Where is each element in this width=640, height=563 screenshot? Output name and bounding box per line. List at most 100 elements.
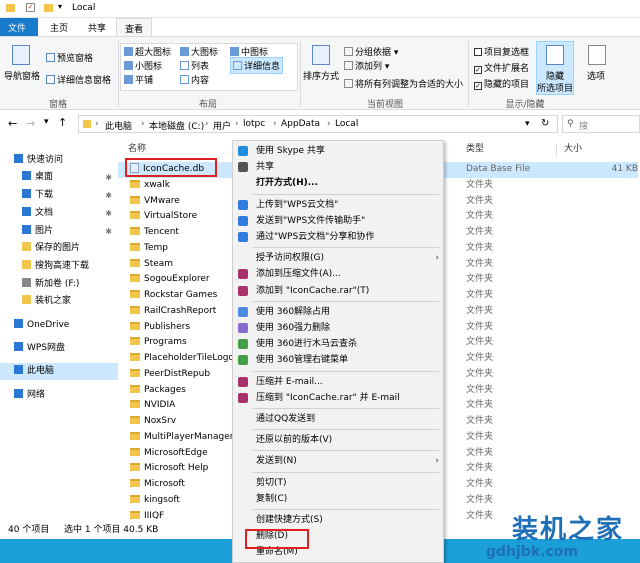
nav-item[interactable]: OneDrive bbox=[0, 317, 118, 334]
layout-tiles-label: 平铺 bbox=[135, 76, 154, 86]
tab-view[interactable]: 查看 bbox=[116, 18, 153, 36]
layout-large-label: 大图标 bbox=[191, 48, 219, 58]
tab-share[interactable]: 共享 bbox=[80, 18, 114, 36]
file-name: SogouExplorer bbox=[144, 274, 210, 285]
details-pane-button[interactable]: 详细信息窗格 bbox=[46, 73, 111, 86]
menu-item[interactable]: 使用 360解除占用 bbox=[233, 304, 443, 320]
column-header-type[interactable]: 类型 bbox=[466, 140, 484, 158]
options-button[interactable]: 选项 bbox=[587, 69, 605, 82]
details-pane-icon bbox=[46, 75, 55, 84]
tab-home[interactable]: 主页 bbox=[42, 18, 76, 36]
layout-content[interactable]: 内容 bbox=[180, 73, 209, 86]
recent-locations-icon[interactable]: ▾ bbox=[44, 117, 49, 127]
column-header-size[interactable]: 大小 bbox=[564, 140, 582, 158]
menu-item[interactable]: 复制(C) bbox=[233, 491, 443, 507]
menu-item[interactable]: 还原以前的版本(V) bbox=[233, 432, 443, 448]
nav-item[interactable]: 文档 ✱ bbox=[0, 205, 118, 222]
nav-item[interactable]: 保存的图片 bbox=[0, 240, 118, 257]
column-divider[interactable] bbox=[556, 144, 557, 156]
menu-item-icon bbox=[238, 306, 248, 317]
menu-separator bbox=[253, 247, 439, 249]
search-input[interactable]: ⚲ 搜 bbox=[562, 115, 640, 133]
layout-large-icons[interactable]: 大图标 bbox=[180, 45, 218, 58]
menu-item-icon bbox=[238, 339, 248, 350]
title-bar: ✓ ▾ Local bbox=[0, 0, 640, 18]
breadcrumb-user[interactable]: lotpc bbox=[243, 119, 265, 129]
menu-item[interactable]: 压缩并 E-mail... bbox=[233, 374, 443, 390]
menu-item[interactable]: 通过QQ发送到 bbox=[233, 411, 443, 427]
nav-item[interactable]: 装机之家 bbox=[0, 293, 118, 310]
file-name: MultiPlayerManager bbox=[144, 431, 234, 442]
menu-item-icon bbox=[238, 392, 248, 403]
column-header-name[interactable]: 名称 bbox=[128, 140, 146, 158]
hidden-items-toggle[interactable]: ✓ 隐藏的项目 bbox=[474, 77, 529, 90]
layout-details[interactable]: 详细信息 bbox=[230, 57, 284, 74]
nav-item[interactable]: 快速访问 bbox=[0, 152, 118, 169]
menu-separator bbox=[253, 193, 439, 195]
nav-item[interactable]: 下载 ✱ bbox=[0, 187, 118, 204]
breadcrumb-users[interactable]: 用户 bbox=[213, 119, 231, 132]
back-arrow-icon[interactable]: ← bbox=[8, 117, 17, 130]
menu-item[interactable]: 使用 360强力删除 bbox=[233, 320, 443, 336]
menu-item[interactable]: 使用 Skype 共享 bbox=[233, 143, 443, 159]
menu-item[interactable]: 打开方式(H)... bbox=[233, 175, 443, 191]
nav-item[interactable]: WPS网盘 bbox=[0, 340, 118, 357]
tab-file[interactable]: 文件 bbox=[0, 18, 38, 36]
file-name: VMware bbox=[144, 195, 180, 206]
current-view-group-label: 当前视图 bbox=[366, 100, 403, 110]
pin-icon[interactable]: ✱ bbox=[105, 169, 112, 186]
nav-item[interactable]: 图片 ✱ bbox=[0, 223, 118, 240]
pin-icon[interactable]: ✱ bbox=[105, 205, 112, 222]
nav-item[interactable]: 新加卷 (F:) bbox=[0, 276, 118, 293]
add-column-button[interactable]: 添加列 ▾ bbox=[344, 59, 389, 72]
breadcrumb-local[interactable]: Local bbox=[335, 119, 358, 129]
nav-item[interactable]: 此电脑 bbox=[0, 363, 118, 380]
watermark: 装机之家 bbox=[512, 515, 625, 545]
nav-item[interactable]: 搜狗高速下载 bbox=[0, 258, 118, 275]
layout-tiles[interactable]: 平铺 bbox=[124, 73, 153, 86]
quick-access-dropdown-icon[interactable]: ▾ bbox=[58, 2, 62, 11]
pin-icon[interactable]: ✱ bbox=[105, 223, 112, 240]
menu-item[interactable]: 使用 360进行木马云查杀 bbox=[233, 336, 443, 352]
file-type: 文件夹 bbox=[466, 274, 494, 285]
pin-icon[interactable]: ✱ bbox=[105, 187, 112, 204]
up-arrow-icon[interactable]: ↑ bbox=[58, 116, 67, 129]
menu-item[interactable]: 创建快捷方式(S) bbox=[233, 512, 443, 528]
file-name: xwalk bbox=[144, 179, 170, 190]
menu-item[interactable]: 压缩到 "IconCache.rar" 并 E-mail bbox=[233, 390, 443, 406]
menu-item[interactable]: 添加到压缩文件(A)... bbox=[233, 266, 443, 282]
menu-item-label: 通过QQ发送到 bbox=[256, 414, 316, 424]
address-box[interactable]: › 此电脑 › 本地磁盘 (C:) › 用户 › lotpc › AppData… bbox=[78, 115, 558, 133]
nav-item[interactable]: 网络 bbox=[0, 387, 118, 404]
menu-item[interactable]: 发送到"WPS文件传输助手" bbox=[233, 213, 443, 229]
new-folder-icon[interactable] bbox=[44, 4, 53, 12]
menu-item[interactable]: 授予访问权限(G) › bbox=[233, 250, 443, 266]
sort-by-button[interactable]: 排序方式 bbox=[303, 69, 339, 82]
menu-item[interactable]: 通过"WPS云文档"分享和协作 bbox=[233, 229, 443, 245]
fit-columns-button[interactable]: 将所有列调整为合适的大小 bbox=[344, 77, 463, 90]
menu-item[interactable]: 发送到(N) › bbox=[233, 453, 443, 469]
breadcrumb-this-pc[interactable]: 此电脑 bbox=[105, 119, 132, 132]
group-by-button[interactable]: 分组依据 ▾ bbox=[344, 45, 398, 58]
menu-item[interactable]: 上传到"WPS云文档" bbox=[233, 197, 443, 213]
nav-item-label: 桌面 bbox=[35, 172, 54, 182]
file-extension-toggle[interactable]: ✓ 文件扩展名 bbox=[474, 61, 529, 74]
menu-item[interactable]: 添加到 "IconCache.rar"(T) bbox=[233, 283, 443, 299]
refresh-icon[interactable]: ↻ bbox=[541, 118, 549, 129]
breadcrumb-appdata[interactable]: AppData bbox=[281, 119, 320, 129]
preview-pane-button[interactable]: 预览窗格 bbox=[46, 51, 93, 64]
menu-item[interactable]: 共享 bbox=[233, 159, 443, 175]
menu-item[interactable]: 剪切(T) bbox=[233, 475, 443, 491]
layout-extra-large-icons[interactable]: 超大图标 bbox=[124, 45, 171, 58]
layout-list[interactable]: 列表 bbox=[180, 59, 209, 72]
layout-small-icons[interactable]: 小图标 bbox=[124, 59, 162, 72]
properties-icon[interactable]: ✓ bbox=[26, 3, 35, 12]
breadcrumb-drive-c[interactable]: 本地磁盘 (C:) bbox=[149, 119, 204, 132]
nav-pane-button[interactable]: 导航窗格 bbox=[4, 69, 40, 82]
menu-item-icon bbox=[238, 376, 248, 387]
nav-item[interactable]: 桌面 ✱ bbox=[0, 169, 118, 186]
forward-arrow-icon[interactable]: → bbox=[26, 117, 35, 130]
item-checkbox-toggle[interactable]: 项目复选框 bbox=[474, 45, 529, 58]
address-dropdown-icon[interactable]: ▾ bbox=[525, 119, 530, 129]
menu-item[interactable]: 使用 360管理右键菜单 bbox=[233, 352, 443, 368]
